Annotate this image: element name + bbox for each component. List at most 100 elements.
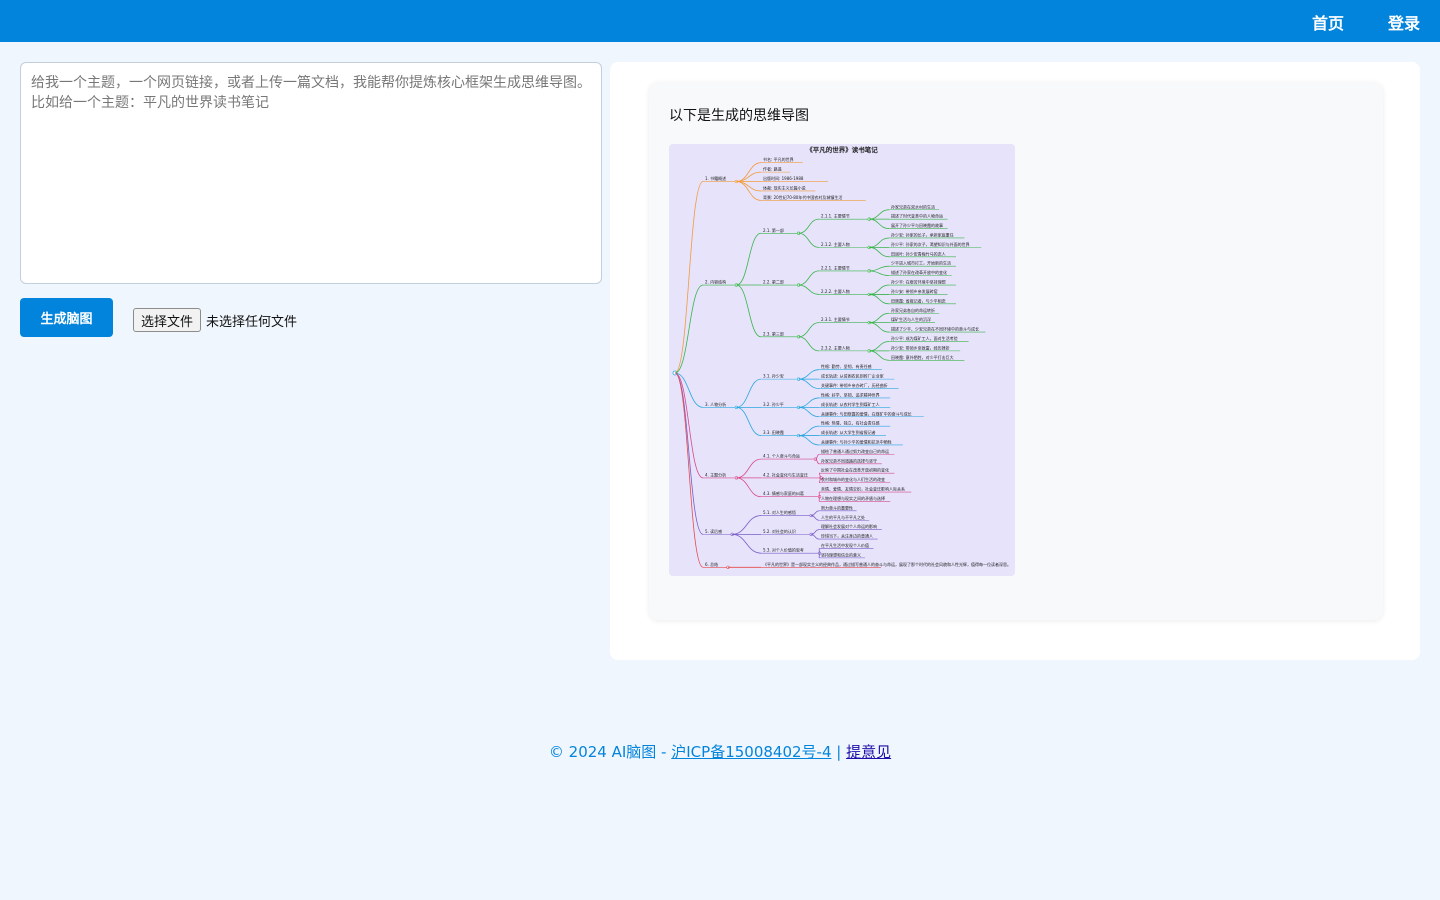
mindmap-branch-line bbox=[869, 350, 890, 361]
mindmap-node-text: 2.1. 第一部 bbox=[763, 227, 784, 233]
mindmap-leaf-text: 田晓霞: 意外牺牲，对少平打击巨大 bbox=[891, 354, 954, 360]
mindmap-leaf-text: 孙家兄弟在双水村的生活 bbox=[891, 203, 935, 209]
mindmap-leaf-text: 孙少平: 孙家的次子，渴望知识与外面的世界 bbox=[891, 241, 970, 247]
mindmap-node-text: 2.2.1. 主要情节 bbox=[821, 264, 850, 270]
mindmap-node-text: 3.2. 孙少平 bbox=[763, 401, 784, 407]
mindmap-leaf-text: 作者: 路遥 bbox=[763, 166, 782, 172]
mindmap-leaf-text: 少平进入城市打工，开始新的生活 bbox=[891, 260, 951, 266]
mindmap-leaf-text: 成长轨迹: 从贫困农民到砖厂企业家 bbox=[821, 373, 884, 379]
mindmap-leaf-text: 孙家兄弟各自的命运转折 bbox=[891, 307, 935, 313]
mindmap-node-text: 2.3.1. 主要情节 bbox=[821, 316, 850, 322]
mindmap-branch-line bbox=[736, 171, 762, 182]
mindmap-node-text: 5.3. 对个人价值的思考 bbox=[763, 547, 804, 553]
mindmap-node-text: 4. 主题分析 bbox=[705, 471, 726, 477]
mindmap-leaf-text: 关键事件: 带领乡亲办砖厂，历经曲折 bbox=[821, 382, 888, 388]
mindmap-leaf-text: 坚持理想和信念的意义 bbox=[821, 551, 861, 557]
mindmap-leaf-text: 关键事件: 与田晓霞的爱情，在煤矿中的奋斗与成长 bbox=[821, 410, 912, 416]
mindmap-node-text: 2. 内容结构 bbox=[705, 279, 726, 285]
mindmap-node-text: 3. 人物分析 bbox=[705, 401, 726, 407]
mindmap-leaf-text: 描述了时代变革中的人物命运 bbox=[891, 213, 943, 219]
mindmap-branch-line bbox=[674, 284, 704, 374]
mindmap-branch-line bbox=[736, 181, 762, 201]
mindmap-node-text: 5. 读后感 bbox=[705, 528, 722, 534]
mindmap-branch-line bbox=[869, 218, 890, 229]
mindmap-node-text: 4.2. 社会变化与生活变迁 bbox=[763, 471, 808, 477]
mindmap-branch-line bbox=[869, 294, 890, 305]
mindmap-branch-line bbox=[798, 270, 820, 286]
mindmap-branch-line bbox=[869, 284, 890, 295]
mindmap-leaf-text: 性格: 好学、坚韧、追求精神世界 bbox=[821, 391, 880, 397]
mindmap-branch-line bbox=[732, 533, 762, 554]
generate-mindmap-button[interactable]: 生成脑图 bbox=[20, 298, 113, 337]
mindmap-leaf-text: 关键事件: 与孙少平的爱情和抗洪中牺牲 bbox=[821, 438, 892, 444]
mindmap-branch-line bbox=[869, 265, 890, 272]
mindmap-branch-line bbox=[869, 237, 890, 248]
mindmap-title: 《平凡的世界》读书笔记 bbox=[806, 145, 878, 154]
mindmap-leaf-text: 书名: 平凡的世界 bbox=[763, 156, 794, 162]
footer-icp-link[interactable]: 沪ICP备15008402号-4 bbox=[671, 743, 831, 761]
mindmap-node-text: 2.1.1. 主要情节 bbox=[821, 213, 850, 219]
file-status-text: 未选择任何文件 bbox=[206, 314, 298, 330]
mindmap-leaf-text: 农村和城市的变化与人们生活的改变 bbox=[821, 476, 885, 482]
mindmap-leaf-text: 孙少平: 在艰苦环境中坚持理想 bbox=[891, 279, 946, 285]
mindmap-branch-line bbox=[798, 435, 820, 446]
mindmap-branch-line bbox=[798, 378, 820, 389]
mindmap-branch-line bbox=[869, 246, 890, 258]
mindmap-leaf-text: 反映了中国社会在改革开放初期的变化 bbox=[821, 467, 889, 473]
mindmap-branch-line bbox=[736, 477, 762, 498]
mindmap-leaf-text: 人生的平凡与不平凡之处 bbox=[821, 514, 865, 520]
mindmap-leaf-text: 性格: 勤劳、坚韧、有责任感 bbox=[821, 363, 872, 369]
mindmap-leaf-text: 孙少安: 孙家的长子，承担家庭重任 bbox=[891, 231, 954, 237]
mindmap-branch-line bbox=[798, 322, 820, 338]
mindmap-branch-line bbox=[869, 270, 890, 277]
mindmap-branch-line bbox=[798, 425, 820, 436]
mindmap-leaf-text: 《平凡的世界》是一部现实主义的经典作品，通过描写普通人的奋斗与命运，展现了那个时… bbox=[763, 561, 1011, 567]
prompt-input-container bbox=[20, 62, 602, 284]
mindmap-leaf-text: 描绘了普通人通过努力改变自己的命运 bbox=[821, 448, 889, 454]
mindmap-leaf-text: 煤矿生活与人生的沉浮 bbox=[891, 316, 931, 322]
mindmap-node-text: 6. 总结 bbox=[705, 561, 718, 567]
nav-home-link[interactable]: 首页 bbox=[1312, 10, 1344, 34]
result-card: 以下是生成的思维导图 《平凡的世界》读书笔记 1. 书籍概述 书名: 平凡的世界 作者… bbox=[649, 82, 1383, 620]
mindmap-branch-line bbox=[798, 397, 820, 408]
mindmap-leaf-text: 孙少平: 成为煤矿工人，面对生活考验 bbox=[891, 335, 958, 341]
mindmap-node-text: 3.1. 孙少安 bbox=[763, 373, 784, 379]
mindmap-leaf-text: 孙少安: 带领乡亲致富，经历挫折 bbox=[891, 344, 950, 350]
mindmap-branch-line bbox=[869, 312, 890, 324]
mindmap-branch-line bbox=[869, 322, 890, 333]
prompt-input[interactable] bbox=[21, 63, 601, 283]
mindmap-leaf-text: 描述了少平、少安兄弟在不同环境中的奋斗与成长 bbox=[891, 326, 979, 332]
mindmap-branch-line bbox=[674, 372, 704, 568]
mindmap-branch-line bbox=[674, 372, 704, 535]
footer-feedback-link[interactable]: 提意见 bbox=[846, 743, 891, 761]
mindmap-branch-line bbox=[736, 232, 762, 286]
mindmap-leaf-text: 展开了孙少平与田晓霞的故事 bbox=[891, 222, 943, 228]
result-title: 以下是生成的思维导图 bbox=[669, 108, 809, 124]
mindmap-leaf-text: 田润叶: 孙少安青梅竹马的恋人 bbox=[891, 250, 946, 256]
mindmap-leaf-text: 成长轨迹: 从农村学生到煤矿工人 bbox=[821, 401, 880, 407]
mindmap-node-text: 2.1.2. 主要人物 bbox=[821, 241, 850, 247]
mindmap-branch-line bbox=[674, 372, 704, 479]
mindmap-branch-line bbox=[798, 369, 820, 380]
nav-login-link[interactable]: 登录 bbox=[1388, 10, 1420, 34]
mindmap-leaf-text: 田晓霞: 省报记者，与少平相恋 bbox=[891, 297, 946, 303]
mindmap-svg: 《平凡的世界》读书笔记 1. 书籍概述 书名: 平凡的世界作者: 路遥出版时间: 1… bbox=[672, 145, 1011, 569]
mindmap-node-text: 5.2. 对社会的认识 bbox=[763, 528, 796, 534]
mindmap-branch-line bbox=[674, 181, 704, 374]
mindmap-node-text: 5.1. 对人生的感悟 bbox=[763, 509, 796, 515]
mindmap-branch-line bbox=[798, 284, 820, 295]
mindmap-branch-line bbox=[736, 458, 762, 479]
mindmap-leaf-text: 人物在理想与现实之间的矛盾与选择 bbox=[821, 495, 885, 501]
mindmap-branch-line bbox=[818, 548, 820, 554]
mindmap-node-text: 2.2. 第二部 bbox=[763, 279, 784, 285]
mindmap-image[interactable]: 《平凡的世界》读书笔记 1. 书籍概述 书名: 平凡的世界 作者: 路遥 出版时间: 1… bbox=[669, 144, 1015, 576]
mindmap-leaf-text: 亲情、爱情、友情交织，社会变迁影响人际关系 bbox=[821, 486, 905, 492]
mindmap-leaf-text: 孙少安: 带领乡亲发展砖窑 bbox=[891, 288, 938, 294]
mindmap-branch-line bbox=[798, 406, 820, 418]
mindmap-leaf-text: 性格: 热情、独立、有社会责任感 bbox=[821, 420, 880, 426]
choose-file-button[interactable]: 选择文件 bbox=[133, 308, 202, 332]
mindmap-branch-line bbox=[798, 232, 820, 248]
mindmap-branch-line bbox=[736, 378, 762, 408]
mindmap-branch-line bbox=[736, 284, 762, 338]
mindmap-branch-line bbox=[798, 218, 820, 234]
